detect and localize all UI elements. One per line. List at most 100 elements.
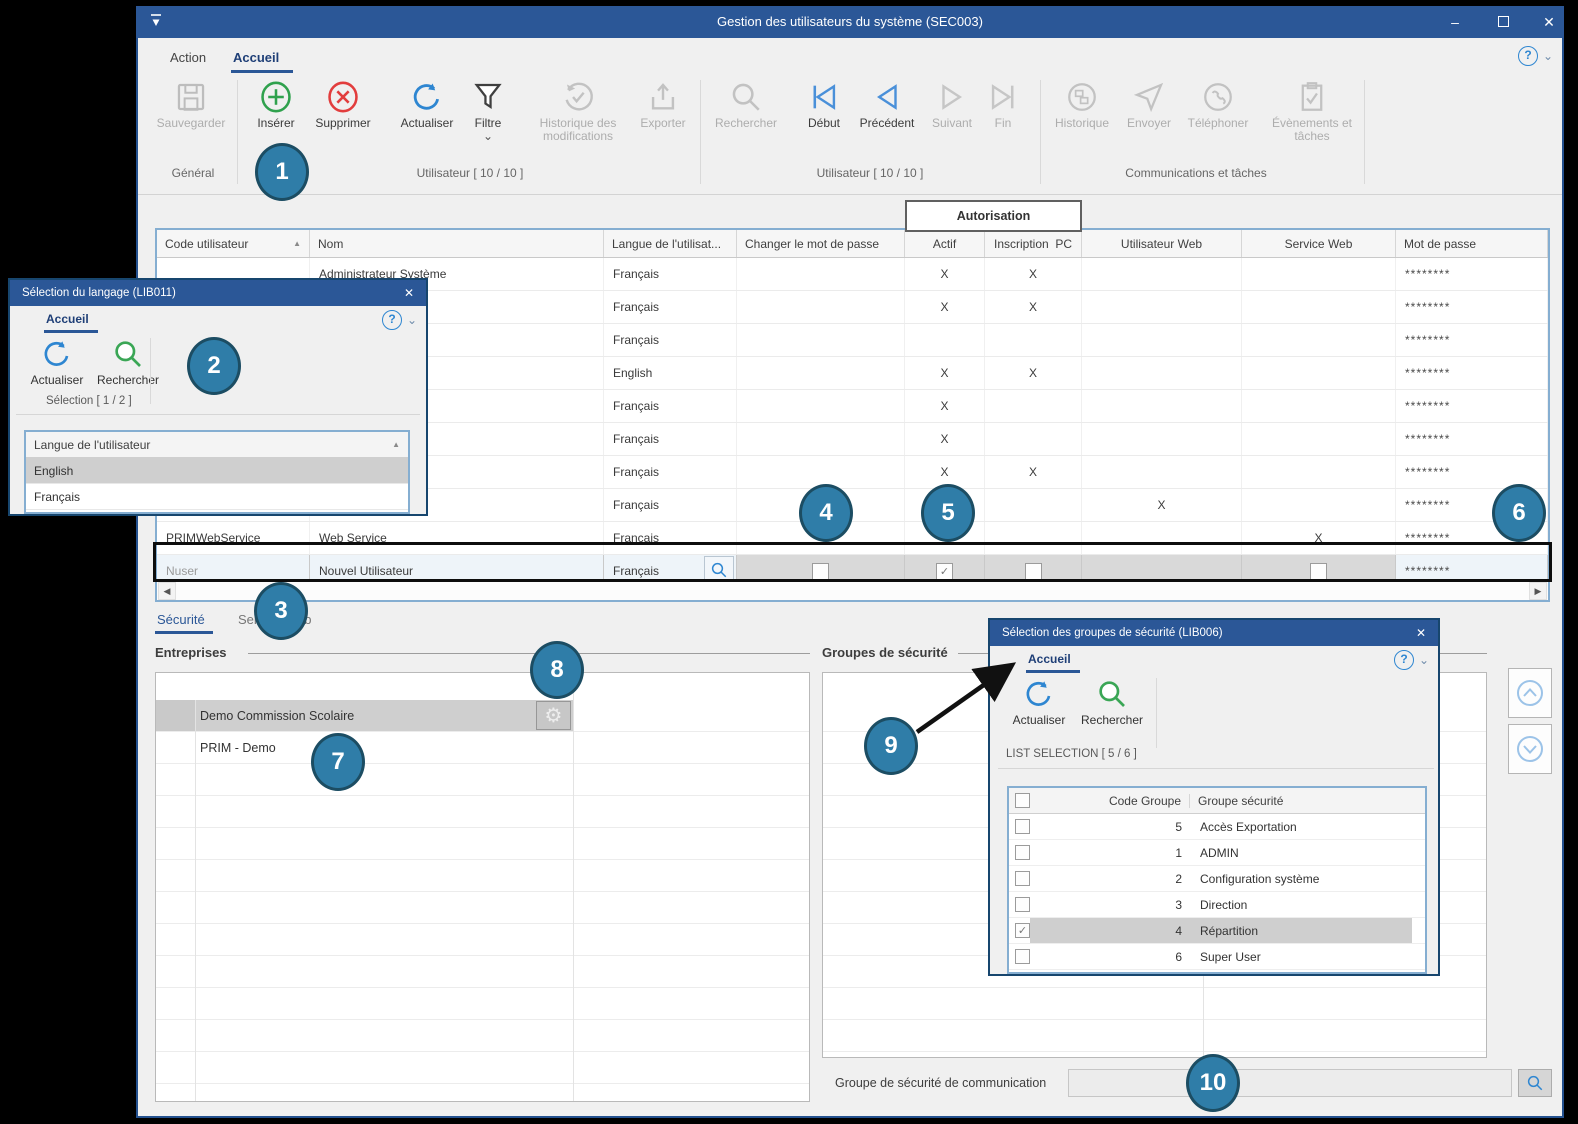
window-icon[interactable] [148, 12, 164, 30]
group-checkbox[interactable] [1015, 871, 1030, 886]
export-icon [646, 80, 680, 114]
refresh-button[interactable]: Actualiser [392, 80, 462, 130]
actif-checkbox[interactable]: ✓ [936, 563, 953, 580]
title-bar: Gestion des utilisateurs du système (SEC… [136, 6, 1564, 38]
language-option-english[interactable]: English [26, 458, 408, 483]
window-title: Gestion des utilisateurs du système (SEC… [136, 6, 1564, 38]
dialog-divider [998, 768, 1434, 769]
history-button[interactable]: Historique [1046, 80, 1118, 130]
phone-icon [1201, 80, 1235, 114]
sort-asc-icon: ▲ [293, 239, 301, 248]
events-tasks-icon [1295, 80, 1329, 114]
col-changer-mot-de-passe[interactable]: Changer le mot de passe [737, 230, 905, 257]
tab-accueil[interactable]: Accueil [233, 50, 279, 65]
col-langue[interactable]: Langue de l'utilisat... [604, 230, 737, 257]
dialog-tab-accueil[interactable]: Accueil [46, 312, 89, 326]
group-checkbox[interactable] [1015, 897, 1030, 912]
dialog-search-button[interactable]: Rechercher [1076, 678, 1148, 727]
comm-group-lookup-button[interactable] [1518, 1069, 1552, 1097]
search-button[interactable]: Rechercher [708, 80, 784, 130]
send-button[interactable]: Envoyer [1118, 80, 1180, 130]
col-mot-de-passe[interactable]: Mot de passe [1396, 230, 1548, 257]
next-icon [935, 80, 969, 114]
group-row[interactable]: 2 Configuration système [1009, 866, 1425, 892]
entreprise-settings-button[interactable]: ⚙ [536, 701, 571, 730]
group-row[interactable]: 3 Direction [1009, 892, 1425, 918]
search-icon [729, 80, 763, 114]
tab-securite[interactable]: Sécurité [157, 612, 205, 627]
group-row-selected[interactable]: ✓ 4 Répartition [1009, 918, 1425, 944]
users-table-header[interactable]: Code utilisateur▲ Nom Langue de l'utilis… [157, 230, 1548, 258]
group-row[interactable]: 5 Accès Exportation [1009, 814, 1425, 840]
col-code-utilisateur[interactable]: Code utilisateur▲ [157, 230, 310, 257]
dialog-tab-underline [44, 330, 98, 333]
select-all-checkbox[interactable] [1015, 793, 1030, 808]
group-checkbox[interactable] [1015, 819, 1030, 834]
search-icon [1526, 1074, 1544, 1092]
chevron-down-icon[interactable]: ⌄ [1543, 49, 1553, 63]
inscription-pc-checkbox[interactable] [1025, 563, 1042, 580]
filter-dropdown-icon[interactable]: ⌄ [483, 133, 493, 139]
help-icon[interactable]: ? [1394, 650, 1414, 670]
close-icon[interactable]: ✕ [1416, 626, 1426, 640]
last-button[interactable]: Fin [982, 80, 1024, 130]
next-button[interactable]: Suivant [924, 80, 980, 130]
delete-button[interactable]: Supprimer [306, 80, 380, 130]
scroll-right-icon[interactable]: ▶ [1529, 582, 1547, 600]
column-divider [573, 673, 574, 1101]
group-checkbox[interactable]: ✓ [1015, 923, 1030, 938]
filter-button[interactable]: Filtre ⌄ [462, 80, 514, 139]
save-button[interactable]: Sauvegarder [152, 80, 230, 130]
callout-9: 9 [864, 717, 918, 775]
group-row[interactable]: 1 ADMIN [1009, 840, 1425, 866]
change-pw-checkbox[interactable] [812, 563, 829, 580]
row-selector-cell[interactable] [156, 700, 195, 731]
dialog-refresh-button[interactable]: Actualiser [24, 338, 90, 387]
group-label-communications: Communications et tâches [1046, 166, 1346, 180]
move-down-button[interactable] [1508, 724, 1552, 774]
comm-group-input[interactable] [1068, 1069, 1512, 1097]
search-icon [112, 338, 144, 370]
minimize-button[interactable]: – [1440, 6, 1470, 38]
col-nom[interactable]: Nom [310, 230, 604, 257]
first-button[interactable]: Début [798, 80, 850, 130]
move-up-button[interactable] [1508, 668, 1552, 718]
tab-action[interactable]: Action [170, 50, 206, 65]
history-modifications-button[interactable]: Historique des modifications [522, 80, 634, 143]
chevron-down-icon [1514, 733, 1546, 765]
close-icon[interactable]: ✕ [404, 286, 414, 300]
events-tasks-button[interactable]: Évènements et tâches [1264, 80, 1360, 143]
dialog-separator [150, 338, 151, 404]
close-button[interactable]: ✕ [1534, 6, 1564, 38]
table-row[interactable]: PRIMWebServiceWeb ServiceFrançaisX******… [157, 522, 1548, 555]
help-icon[interactable]: ? [382, 310, 402, 330]
export-button[interactable]: Exporter [632, 80, 694, 130]
dialog-help[interactable]: ?⌄ [1394, 650, 1429, 670]
entreprise-row[interactable]: PRIM - Demo [196, 732, 573, 763]
groups-list-header[interactable]: Code Groupe Groupe sécurité [1009, 788, 1425, 814]
col-utilisateur-web[interactable]: Utilisateur Web [1082, 230, 1242, 257]
ribbon-separator [1364, 80, 1365, 184]
entreprise-row-selected[interactable]: Demo Commission Scolaire [196, 700, 573, 731]
dialog-tab-accueil[interactable]: Accueil [1028, 652, 1071, 666]
security-groups-dialog: Sélection des groupes de sécurité (LIB00… [988, 618, 1440, 976]
phone-button[interactable]: Téléphoner [1180, 80, 1256, 130]
previous-button[interactable]: Précédent [850, 80, 924, 130]
language-list-header[interactable]: Langue de l'utilisateur▲ [26, 432, 408, 458]
service-web-checkbox[interactable] [1310, 563, 1327, 580]
group-checkbox[interactable] [1015, 949, 1030, 964]
dialog-search-button[interactable]: Rechercher [92, 338, 164, 387]
maximize-icon [1498, 16, 1509, 27]
help-icon[interactable]: ? [1518, 46, 1538, 66]
horizontal-scrollbar[interactable]: ◀ ▶ [157, 580, 1548, 600]
scroll-left-icon[interactable]: ◀ [158, 582, 176, 600]
insert-button[interactable]: Insérer [246, 80, 306, 130]
group-checkbox[interactable] [1015, 845, 1030, 860]
help-control[interactable]: ? ⌄ [1518, 46, 1553, 66]
col-inscription-pc[interactable]: Inscription PC [985, 230, 1082, 257]
col-service-web[interactable]: Service Web [1242, 230, 1396, 257]
dialog-help[interactable]: ?⌄ [382, 310, 417, 330]
col-actif[interactable]: Actif [905, 230, 985, 257]
group-row[interactable]: 6 Super User [1009, 944, 1425, 970]
language-option-francais[interactable]: Français [26, 483, 408, 510]
